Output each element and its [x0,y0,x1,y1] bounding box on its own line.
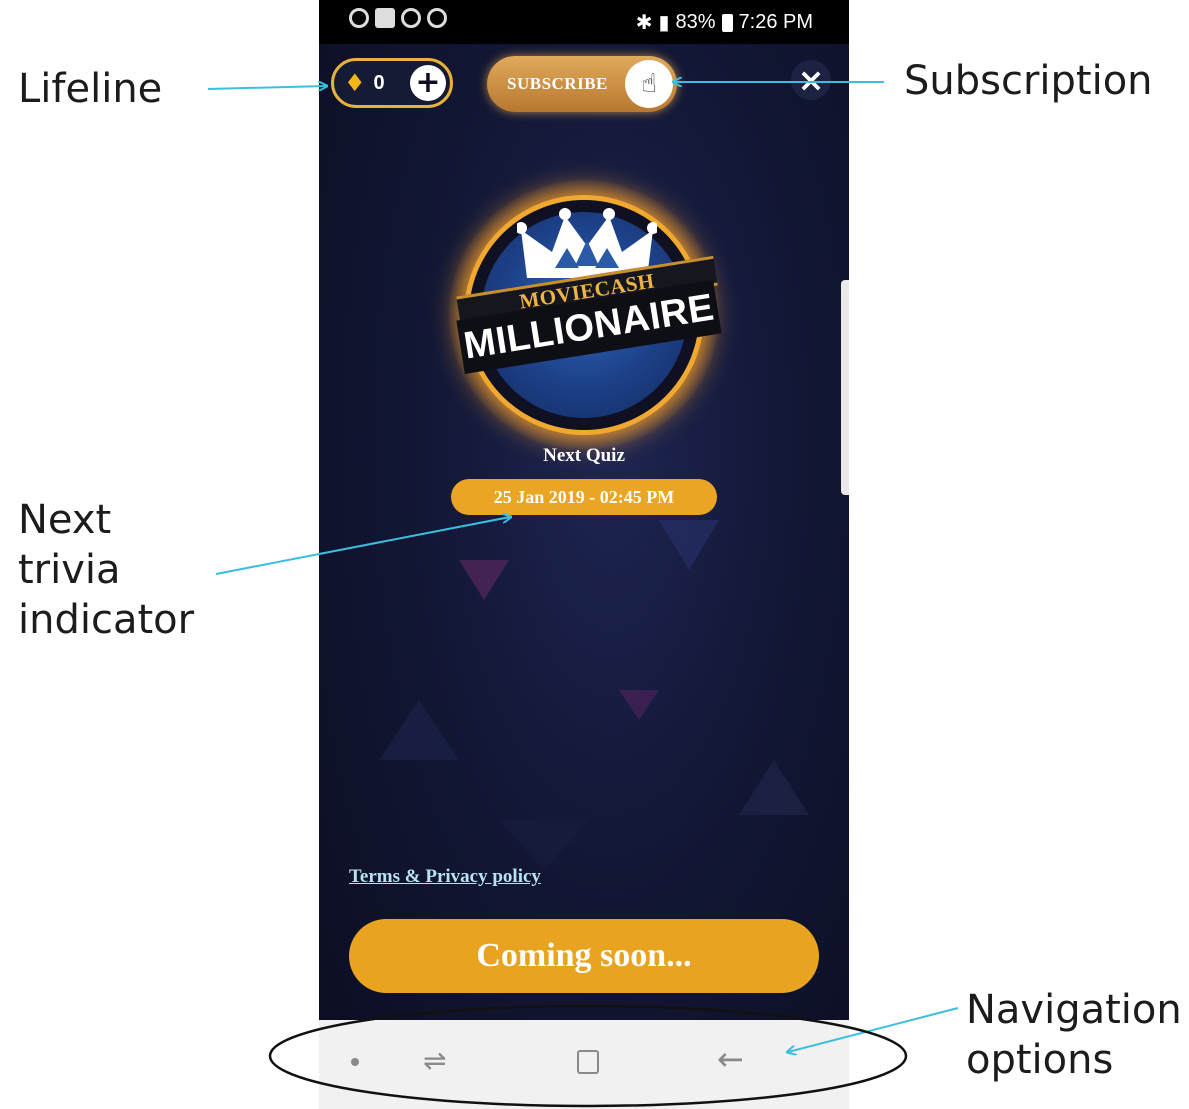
callout-subscription-label: Subscription [904,58,1153,104]
close-icon: × [797,61,825,99]
add-lifeline-button[interactable]: + [410,65,446,101]
battery-icon [721,13,733,32]
notification-icon [349,8,369,28]
recent-apps-icon[interactable]: ⇌ [423,1044,446,1077]
next-quiz-label: Next Quiz [543,445,625,466]
status-bar: ✱ ▮ 83% 7:26 PM [319,0,849,44]
background-shape [459,560,509,600]
background-shape [379,700,459,760]
back-arrow-icon[interactable]: ← [717,1040,744,1078]
lifeline-arrow [207,86,326,89]
callout-lifeline-label: Lifeline [18,66,163,112]
subscribe-label: SUBSCRIBE [507,74,608,93]
clock: 7:26 PM [738,11,813,33]
notification-icon [401,8,421,28]
gem-icon: ♦ [344,69,366,97]
next-quiz-datetime: 25 Jan 2019 - 02:45 PM [493,486,675,507]
background-shape [659,520,719,570]
background-shape [499,820,589,870]
plus-icon: + [415,65,441,100]
lifeline-counter[interactable]: ♦ 0 + [331,58,453,108]
status-right: ✱ ▮ 83% 7:26 PM [636,10,813,35]
notification-icon [375,8,395,28]
bluetooth-icon: ✱ [635,12,653,34]
notification-icons [349,8,447,28]
hand-pointer-icon: ☝ [625,60,673,108]
navigation-bar: ⇌ ← [319,1020,849,1109]
notification-icon [427,8,447,28]
callout-next-trivia-label: Next trivia indicator [18,497,195,643]
subscribe-button[interactable]: SUBSCRIBE ☝ [487,56,677,112]
phone-screen: ✱ ▮ 83% 7:26 PM ♦ 0 + SUBSCRIBE ☝ × MOVI… [319,0,849,1109]
coming-soon-button[interactable]: Coming soon... [349,919,819,993]
battery-percent: 83% [675,11,716,33]
background-shape [619,690,659,720]
next-quiz-date-badge: 25 Jan 2019 - 02:45 PM [451,479,717,515]
lifeline-count: 0 [373,71,385,94]
terms-privacy-link[interactable]: Terms & Privacy policy [349,866,541,888]
coming-soon-label: Coming soon... [476,937,692,974]
home-icon[interactable] [577,1050,599,1074]
signal-icon: ▮ [658,12,670,34]
close-button[interactable]: × [791,60,831,100]
edge-panel-handle[interactable] [841,280,849,495]
background-shape [739,760,809,815]
nav-dot-icon[interactable] [351,1058,359,1066]
callout-navigation-label: Navigation options [966,987,1182,1083]
